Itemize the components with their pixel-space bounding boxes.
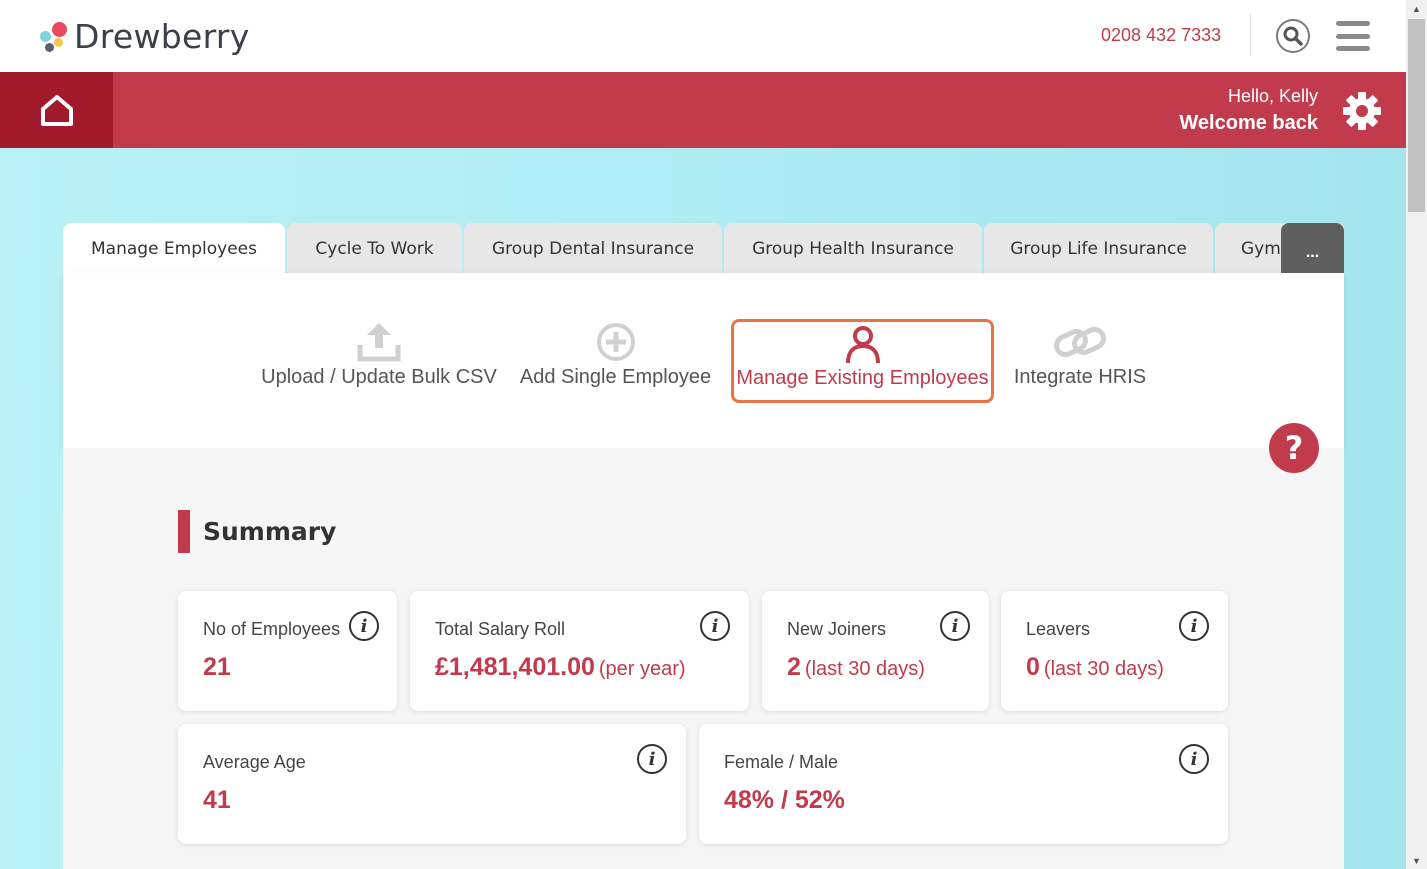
stat-label: New Joiners: [787, 619, 887, 639]
action-panel: Upload / Update Bulk CSV Add Single Empl…: [63, 273, 1344, 448]
scroll-up-arrow-icon[interactable]: ▲: [1406, 0, 1427, 17]
settings-gear-icon[interactable]: [1341, 90, 1383, 132]
integrate-hris-button[interactable]: Integrate HRIS: [1011, 318, 1149, 389]
stat-card-leavers: Leavers i 0 (last 30 days): [1001, 591, 1228, 711]
greeting-text: Hello, Kelly: [1227, 86, 1318, 106]
upload-bulk-csv-button[interactable]: Upload / Update Bulk CSV: [260, 318, 498, 389]
stat-value: 41: [203, 786, 231, 814]
header-divider: [1250, 14, 1251, 56]
help-button[interactable]: ?: [1269, 423, 1319, 473]
stat-value: 2 (last 30 days): [787, 653, 925, 681]
upload-icon: [357, 323, 401, 362]
stat-label: Leavers: [1026, 619, 1091, 639]
stat-value: £1,481,401.00 (per year): [435, 653, 686, 681]
home-icon: [40, 95, 73, 126]
stat-card-gender-split: Female / Male i 48% / 52%: [699, 724, 1228, 844]
plus-circle-icon: [596, 323, 635, 361]
info-icon[interactable]: i: [1179, 744, 1209, 774]
stat-card-employees: No of Employees i 21: [178, 591, 397, 711]
info-icon[interactable]: i: [700, 611, 730, 641]
tab-manage-employees[interactable]: Manage Employees: [63, 223, 285, 274]
manage-existing-employees-button[interactable]: Manage Existing Employees: [731, 319, 994, 403]
add-single-employee-button[interactable]: Add Single Employee: [518, 318, 713, 389]
info-icon[interactable]: i: [637, 744, 667, 774]
stat-label: No of Employees: [203, 619, 341, 639]
stat-card-average-age: Average Age i 41: [178, 724, 686, 844]
add-single-employee-label: Add Single Employee: [519, 366, 712, 388]
top-header: Drewberry 0208 432 7333: [0, 0, 1406, 72]
logo-dots-icon: [38, 19, 70, 53]
stat-label: Female / Male: [724, 752, 839, 772]
phone-link[interactable]: 0208 432 7333: [1101, 25, 1221, 46]
welcome-banner: Hello, Kelly Welcome back: [0, 72, 1406, 148]
more-tabs-button[interactable]: ...: [1281, 223, 1344, 274]
menu-icon[interactable]: [1336, 21, 1370, 51]
search-icon: [1283, 26, 1303, 46]
integrate-hris-label: Integrate HRIS: [1013, 366, 1147, 388]
scroll-down-arrow-icon[interactable]: ▼: [1406, 852, 1427, 869]
tab-group-life-insurance[interactable]: Group Life Insurance: [984, 223, 1213, 274]
stat-value: 21: [203, 653, 231, 681]
scrollbar-thumb[interactable]: [1408, 19, 1425, 212]
tab-group-dental-insurance[interactable]: Group Dental Insurance: [464, 223, 722, 274]
stat-label: Average Age: [203, 752, 306, 772]
product-tabs: Manage Employees Cycle To Work Group Den…: [63, 223, 1344, 274]
brand-name: Drewberry: [74, 16, 250, 56]
person-icon: [845, 326, 880, 364]
search-button[interactable]: [1276, 19, 1310, 53]
home-button[interactable]: [0, 72, 113, 148]
stat-card-salary-roll: Total Salary Roll i £1,481,401.00 (per ye…: [410, 591, 749, 711]
summary-heading: Summary: [178, 510, 336, 553]
tab-group-health-insurance[interactable]: Group Health Insurance: [724, 223, 982, 274]
upload-bulk-csv-label: Upload / Update Bulk CSV: [261, 366, 497, 388]
info-icon[interactable]: i: [940, 611, 970, 641]
tab-cycle-to-work[interactable]: Cycle To Work: [287, 223, 462, 274]
stat-value: 0 (last 30 days): [1026, 653, 1164, 681]
manage-existing-employees-label: Manage Existing Employees: [736, 367, 989, 389]
stat-label: Total Salary Roll: [435, 619, 566, 639]
link-icon: [1054, 326, 1106, 358]
stat-value: 48% / 52%: [724, 786, 845, 814]
brand-logo[interactable]: Drewberry: [38, 14, 250, 58]
welcome-text: Welcome back: [1179, 112, 1318, 134]
info-icon[interactable]: i: [349, 611, 379, 641]
stat-card-new-joiners: New Joiners i 2 (last 30 days): [762, 591, 989, 711]
info-icon[interactable]: i: [1179, 611, 1209, 641]
